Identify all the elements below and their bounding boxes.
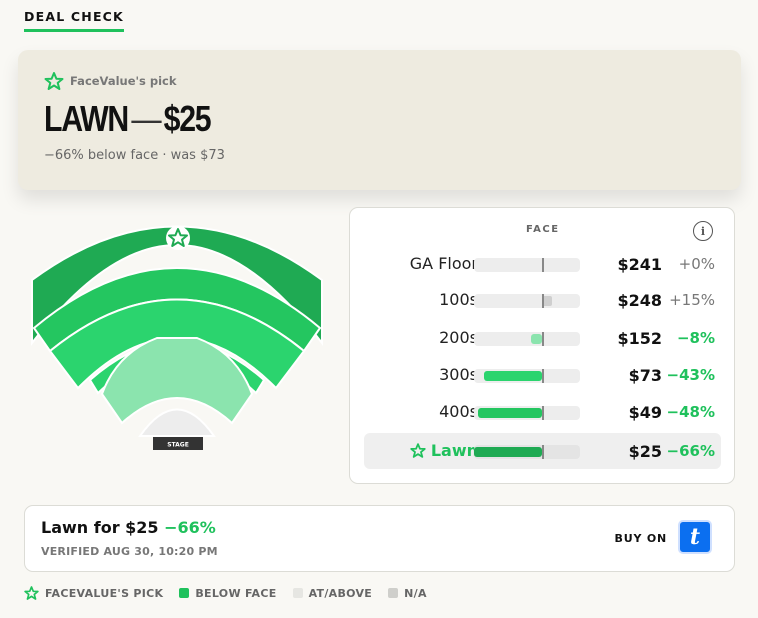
row-price: $248: [617, 291, 662, 310]
table-row-ga-floor[interactable]: GA Floor $241 +0%: [364, 246, 721, 282]
row-price: $49: [628, 403, 662, 422]
face-marker: [542, 294, 544, 308]
legend-item-below: BELOW FACE: [179, 587, 276, 600]
row-label: 300s: [439, 365, 478, 384]
row-label: Lawn: [410, 441, 478, 460]
below-face-fill: [531, 334, 542, 344]
stage-label: STAGE: [167, 442, 189, 449]
map-section-100s[interactable]: [138, 408, 216, 437]
info-icon[interactable]: i: [693, 221, 713, 241]
row-label: 400s: [439, 402, 478, 421]
face-bar: [474, 445, 580, 459]
row-price: $73: [628, 366, 662, 385]
buy-title: Lawn for $25 −66%: [41, 518, 216, 537]
face-marker: [542, 369, 544, 383]
legend-label: BELOW FACE: [195, 586, 277, 600]
row-percent: −8%: [676, 329, 715, 347]
legend-item-na: N/A: [388, 587, 427, 600]
below-face-fill: [484, 371, 542, 381]
table-row-400s[interactable]: 400s $49 −48%: [364, 394, 721, 430]
table-row-lawn[interactable]: Lawn $25 −66%: [364, 433, 721, 469]
row-percent: −48%: [666, 403, 715, 421]
legend-label: AT/ABOVE: [308, 586, 373, 600]
buy-on-label: BUY ON: [614, 532, 667, 545]
legend-label: N/A: [404, 586, 427, 600]
row-label: 100s: [439, 290, 478, 309]
row-label-text: Lawn: [430, 441, 478, 460]
face-bar: [474, 294, 580, 308]
star-icon: [410, 443, 426, 458]
row-percent: −66%: [666, 442, 715, 460]
face-bar: [474, 258, 580, 272]
star-icon: [44, 72, 64, 90]
row-percent: +15%: [669, 291, 715, 309]
buy-title-text: Lawn for $25: [41, 518, 159, 537]
legend-item-pick: FACEVALUE'S PICK: [24, 586, 163, 600]
verified-timestamp: VERIFIED AUG 30, 10:20 PM: [41, 545, 218, 558]
row-price: $152: [617, 329, 662, 348]
pick-price: $25: [163, 98, 212, 139]
buy-card: Lawn for $25 −66% VERIFIED AUG 30, 10:20…: [24, 505, 735, 572]
row-label: GA Floor: [409, 254, 478, 273]
facevalue-pick-card: FaceValue's pick LAWN—$25 −66% below fac…: [18, 50, 741, 190]
row-price: $241: [617, 255, 662, 274]
face-bar: [474, 406, 580, 420]
row-label: 200s: [439, 328, 478, 347]
legend-item-above: AT/ABOVE: [292, 586, 373, 600]
star-icon: [24, 586, 39, 600]
row-price: $25: [628, 442, 662, 461]
pick-headline: LAWN—$25: [44, 98, 212, 140]
price-comparison-table: FACE i GA Floor $241 +0% 100s $248 +15% …: [349, 207, 735, 484]
legend-swatch: [388, 588, 399, 598]
legend-label: FACEVALUE'S PICK: [45, 586, 164, 600]
table-row-100s[interactable]: 100s $248 +15%: [364, 282, 721, 318]
table-row-300s[interactable]: 300s $73 −43%: [364, 357, 721, 393]
legend-swatch: [292, 588, 303, 598]
face-marker: [542, 445, 544, 459]
table-row-200s[interactable]: 200s $152 −8%: [364, 320, 721, 356]
pick-section: LAWN: [44, 98, 129, 139]
legend-swatch: [179, 588, 190, 598]
pick-label-text: FaceValue's pick: [70, 74, 177, 88]
ticketmaster-button[interactable]: t: [678, 520, 712, 554]
face-marker: [542, 406, 544, 420]
face-marker: [542, 332, 544, 346]
pick-subtitle: −66% below face · was $73: [44, 148, 225, 163]
below-face-fill: [474, 447, 542, 457]
face-column-header: FACE: [526, 224, 560, 235]
below-face-fill: [478, 408, 542, 418]
face-marker: [542, 258, 544, 272]
row-percent: +0%: [678, 255, 715, 273]
deal-check-title: DEAL CHECK: [24, 9, 124, 32]
pick-label: FaceValue's pick: [44, 72, 177, 90]
legend: FACEVALUE'S PICK BELOW FACE AT/ABOVE N/A: [24, 586, 427, 600]
face-bar: [474, 332, 580, 346]
venue-seat-map: STAGE: [31, 225, 323, 450]
row-percent: −43%: [666, 366, 715, 384]
face-bar: [474, 369, 580, 383]
pick-dash: —: [131, 98, 161, 139]
buy-title-percent: −66%: [164, 518, 216, 537]
